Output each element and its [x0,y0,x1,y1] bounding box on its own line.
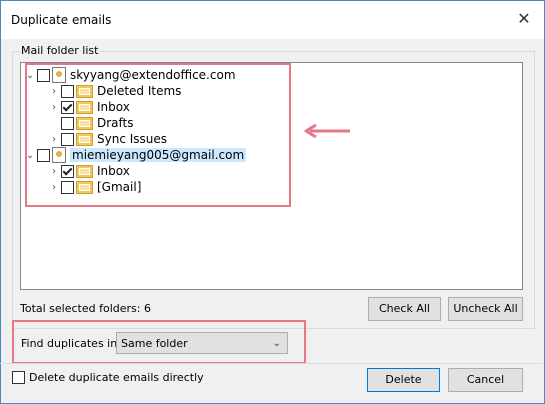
total-selected-folders: Total selected folders: 6 [20,302,151,315]
check-all-button[interactable]: Check All [368,297,441,321]
find-duplicates-label: Find duplicates in: [21,337,121,350]
title-bar: Duplicate emails ✕ [1,1,544,39]
close-icon[interactable]: ✕ [514,9,534,29]
chevron-down-icon: ⌄ [272,338,281,349]
select-value: Same folder [121,337,188,350]
divider [0,363,543,364]
delete-directly-checkbox[interactable] [12,371,25,384]
left-arrow-icon [304,124,350,138]
cancel-button[interactable]: Cancel [448,368,523,392]
highlight-box-tree [25,63,291,207]
mail-folder-list-label: Mail folder list [19,44,101,57]
delete-directly-label: Delete duplicate emails directly [29,371,204,384]
find-duplicates-select[interactable]: Same folder ⌄ [116,332,288,354]
dialog-title: Duplicate emails [11,13,112,27]
uncheck-all-button[interactable]: Uncheck All [448,297,523,321]
delete-directly-option[interactable]: Delete duplicate emails directly [12,371,204,384]
delete-button[interactable]: Delete [367,368,440,392]
